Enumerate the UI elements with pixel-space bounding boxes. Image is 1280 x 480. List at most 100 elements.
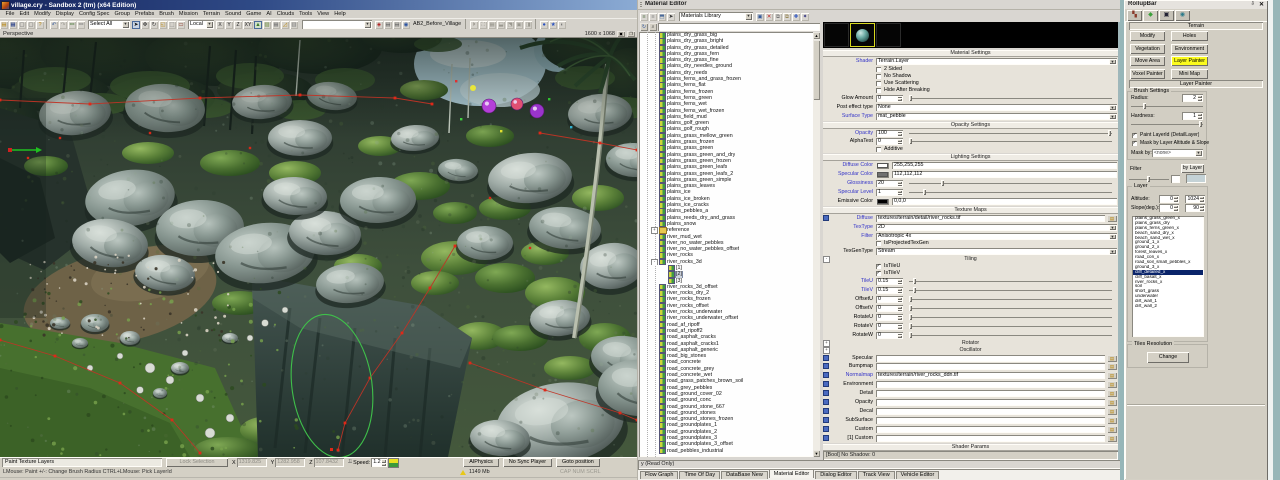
spin-buttons[interactable]: ▲▼ — [897, 181, 902, 186]
material-editor-titlebar[interactable]: Material Editor — [638, 0, 1121, 10]
spin-buttons[interactable]: ▲▼ — [897, 315, 902, 320]
combo-post-effect-type[interactable]: None▼ — [876, 104, 1117, 111]
spin-buttons[interactable]: ▲▼ — [897, 190, 902, 195]
prop-group-header[interactable]: Lighting Settings — [823, 154, 1118, 161]
terrain-button-modify[interactable]: Modify — [1130, 31, 1165, 41]
terrain-button-vegetation[interactable]: Vegetation — [1130, 44, 1165, 54]
objects-tab[interactable]: ▚ — [1127, 10, 1142, 21]
spin-tileu[interactable]: 0.15▲▼ — [876, 278, 903, 285]
unlink-icon[interactable]: ⚯ — [77, 21, 85, 29]
ruler-icon[interactable]: ▭ — [177, 21, 185, 29]
tex-field-diffuse[interactable]: textures/terrain/detail/river_rocks.tif — [876, 215, 1105, 222]
slider-thumb[interactable] — [909, 314, 912, 320]
layer-list[interactable]: plains_grass_green_xplains_grass_dryplai… — [1132, 216, 1204, 337]
spin-buttons[interactable]: ▲▼ — [897, 297, 902, 302]
tab-time-of-day[interactable]: Time Of Day — [679, 471, 720, 479]
color-value-diffuse-color[interactable]: 255,255,255 — [892, 162, 1117, 169]
mission-name[interactable]: AB2_Before_Village — [411, 21, 463, 27]
slope-min-spinner[interactable] — [1173, 205, 1178, 211]
spin-offsetv[interactable]: 0▲▼ — [876, 305, 903, 312]
terrain-button-layer-painter[interactable]: Layer Painter — [1171, 56, 1208, 66]
scroll-down-icon[interactable]: ▼ — [813, 450, 820, 457]
terrain-button-holes[interactable]: Holes — [1171, 31, 1208, 41]
slope-min-input[interactable]: 0 — [1159, 204, 1179, 212]
paste-material-icon[interactable]: ⧉ — [783, 13, 791, 21]
select-area-icon[interactable]: ⬚ — [168, 21, 176, 29]
browse-button-decal[interactable]: ▤ — [1107, 408, 1117, 415]
tree-expand-icon[interactable]: - — [652, 260, 657, 265]
spin-buttons[interactable]: ▲▼ — [897, 131, 902, 136]
slider-thumb[interactable] — [941, 180, 944, 186]
viewport-label[interactable]: Perspective — [3, 31, 33, 37]
pick-material-icon[interactable]: ➤ — [667, 13, 675, 21]
assign-material-icon[interactable]: ≡ — [640, 13, 648, 21]
spin-down-icon[interactable]: ▼ — [897, 335, 902, 338]
spin-opacity[interactable]: 100▲▼ — [876, 130, 903, 137]
browse-button-bumpmap[interactable]: ▤ — [1107, 363, 1117, 370]
slider-tileu[interactable] — [909, 281, 1112, 282]
tex-field-environment[interactable] — [876, 381, 1105, 388]
spin-glow-amount[interactable]: 0▲▼ — [876, 95, 903, 102]
combo-texgentype[interactable]: Stream▼ — [876, 248, 1117, 255]
spin-buttons[interactable]: ▲▼ — [897, 279, 902, 284]
slider-thumb[interactable] — [913, 278, 916, 284]
spin-down-icon[interactable]: ▼ — [897, 184, 902, 187]
spin-down-icon[interactable]: ▼ — [897, 142, 902, 145]
slider-thumb[interactable] — [909, 323, 912, 329]
alt-min-down[interactable] — [1173, 199, 1178, 202]
disabled-tool-icon-1[interactable]: ⛶ — [479, 21, 487, 29]
slider-thumb[interactable] — [909, 332, 912, 338]
paint-layerid-checkbox[interactable]: ✓ — [1132, 133, 1137, 138]
menu-prefabs[interactable]: Prefabs — [133, 11, 157, 17]
radius-spinner[interactable] — [1197, 95, 1202, 101]
spin-down-icon[interactable]: ▼ — [897, 282, 902, 285]
alt-max-down[interactable] — [1199, 199, 1204, 202]
checkbox-2-sided[interactable] — [876, 67, 881, 72]
rotate-tool-icon[interactable]: ↻ — [150, 21, 158, 29]
menu-ai[interactable]: AI — [264, 11, 274, 17]
spin-specular-level[interactable]: 1▲▼ — [876, 189, 903, 196]
disabled-tool-icon-0[interactable]: ⏵ — [470, 21, 478, 29]
pin-icon[interactable]: ⇩ — [1250, 1, 1255, 7]
prop-group-header[interactable]: Shader Params — [823, 444, 1118, 451]
spin-rotateu[interactable]: 0▲▼ — [876, 314, 903, 321]
slope-max-input[interactable]: 90 — [1185, 204, 1205, 212]
color-swatch-emissive-color[interactable] — [876, 198, 889, 205]
checkbox-istileu[interactable]: ✓ — [876, 264, 881, 269]
select-combo-arrow[interactable]: ▼ — [122, 21, 129, 28]
spin-buttons[interactable]: ▲▼ — [897, 139, 902, 144]
slider-thumb[interactable] — [909, 296, 912, 302]
checkbox-no-shadow[interactable] — [876, 74, 881, 79]
slope-min-down[interactable] — [1173, 208, 1178, 211]
slider-alphatest[interactable] — [909, 141, 1112, 142]
altitude-max-spinner[interactable] — [1199, 196, 1204, 202]
by-layer-button[interactable]: by Layer — [1181, 164, 1204, 173]
menu-display[interactable]: Display — [53, 11, 76, 17]
combo-filter[interactable]: Anisotropic 4x▼ — [876, 233, 1117, 240]
axis-x-button[interactable]: X — [216, 21, 224, 29]
mask-by-combo[interactable]: <none>▼ — [1152, 149, 1203, 157]
menu-group[interactable]: Group — [112, 11, 133, 17]
prop-group-header[interactable]: Opacity Settings — [823, 122, 1118, 129]
axis-z-button[interactable]: Z — [234, 21, 242, 29]
combo-textype[interactable]: 2D▼ — [876, 224, 1117, 231]
scale-tool-icon[interactable]: ◱ — [159, 21, 167, 29]
slider-thumb[interactable] — [909, 305, 912, 311]
slider-offsetu[interactable] — [909, 299, 1112, 300]
select-combo[interactable]: Select All▼ — [88, 20, 130, 29]
menu-modify[interactable]: Modify — [32, 11, 53, 17]
tab-flow-graph[interactable]: Flow Graph — [640, 471, 678, 479]
disabled-tool-icon-2[interactable]: ▦ — [488, 21, 496, 29]
slider-thumb[interactable] — [909, 138, 912, 144]
mask-layer-checkbox[interactable]: ✓ — [1132, 141, 1137, 146]
snap-icon[interactable]: ▥ — [290, 21, 298, 29]
ai-ignore-icon[interactable]: ◐ — [558, 21, 566, 29]
speed-spinner[interactable]: ▲▼ — [381, 459, 386, 466]
menu-mission[interactable]: Mission — [176, 11, 200, 17]
ai-star-icon[interactable]: ★ — [549, 21, 557, 29]
filter-slider[interactable] — [1129, 179, 1169, 180]
radius-input[interactable]: 2 — [1182, 94, 1203, 102]
mask-by-arrow[interactable]: ▼ — [1195, 150, 1202, 156]
browse-button-diffuse[interactable]: ▤ — [1107, 215, 1117, 222]
tex-field--1-custom[interactable] — [876, 435, 1105, 442]
